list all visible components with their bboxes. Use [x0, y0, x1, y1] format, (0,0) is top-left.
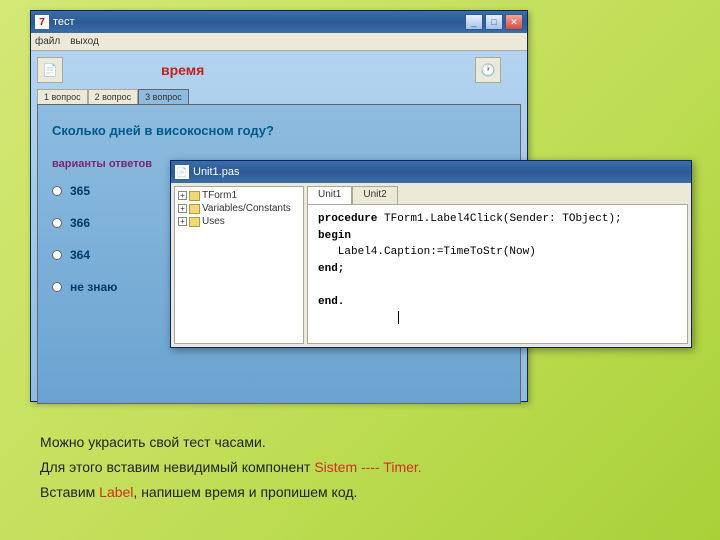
clock-icon: 🕐 [481, 63, 496, 77]
radio-icon[interactable] [52, 282, 62, 292]
code-tab-unit2[interactable]: Unit2 [352, 186, 397, 204]
caption-line-1: Можно украсить свой тест часами. [40, 430, 680, 455]
tab-question-1[interactable]: 1 вопрос [37, 89, 88, 104]
document-icon: 📄 [43, 63, 58, 77]
clock-button[interactable]: 🕐 [475, 57, 501, 83]
question-tabs: 1 вопрос 2 вопрос 3 вопрос [37, 89, 521, 104]
tree-node-uses[interactable]: +Uses [178, 216, 300, 227]
code-tab-unit1[interactable]: Unit1 [307, 186, 352, 204]
expand-icon[interactable]: + [178, 204, 187, 213]
menu-file[interactable]: файл [35, 36, 60, 47]
code-tabs: Unit1 Unit2 [307, 186, 688, 204]
expand-icon[interactable]: + [178, 191, 187, 200]
menu-exit[interactable]: выход [70, 36, 99, 47]
code-panel: Unit1 Unit2 procedure TForm1.Label4Click… [307, 186, 688, 344]
app-menubar: файл выход [31, 33, 527, 51]
option-label: не знаю [70, 280, 117, 294]
folder-icon [189, 217, 200, 227]
editor-titlebar[interactable]: 📄 Unit1.pas [171, 161, 691, 183]
document-icon: 📄 [175, 165, 189, 179]
tree-node-vars[interactable]: +Variables/Constants [178, 203, 300, 214]
close-button[interactable]: ✕ [505, 14, 523, 30]
radio-icon[interactable] [52, 186, 62, 196]
code-tree-panel: +TForm1 +Variables/Constants +Uses [174, 186, 304, 344]
app-titlebar[interactable]: 7 тест _ □ ✕ [31, 11, 527, 33]
question-text: Сколько дней в високосном году? [52, 123, 506, 138]
minimize-button[interactable]: _ [465, 14, 483, 30]
code-editor-area[interactable]: procedure TForm1.Label4Click(Sender: TOb… [307, 204, 688, 344]
caption-line-3: Вставим Label, напишем время и пропишем … [40, 480, 680, 505]
text-cursor [398, 311, 399, 324]
folder-icon [189, 191, 200, 201]
caption-line-2: Для этого вставим невидимый компонент Si… [40, 455, 680, 480]
tab-question-2[interactable]: 2 вопрос [88, 89, 139, 104]
app-title: тест [53, 16, 465, 28]
option-label: 366 [70, 216, 90, 230]
radio-icon[interactable] [52, 250, 62, 260]
option-label: 364 [70, 248, 90, 262]
maximize-button[interactable]: □ [485, 14, 503, 30]
folder-icon [189, 204, 200, 214]
option-label: 365 [70, 184, 90, 198]
tool-button[interactable]: 📄 [37, 57, 63, 83]
time-label[interactable]: время [161, 62, 204, 78]
app-icon: 7 [35, 15, 49, 29]
slide-caption: Можно украсить свой тест часами. Для это… [40, 430, 680, 506]
code-editor-window: 📄 Unit1.pas +TForm1 +Variables/Constants… [170, 160, 692, 348]
editor-title: Unit1.pas [193, 166, 687, 178]
tree-node-form[interactable]: +TForm1 [178, 190, 300, 201]
radio-icon[interactable] [52, 218, 62, 228]
expand-icon[interactable]: + [178, 217, 187, 226]
tab-question-3[interactable]: 3 вопрос [138, 89, 189, 104]
